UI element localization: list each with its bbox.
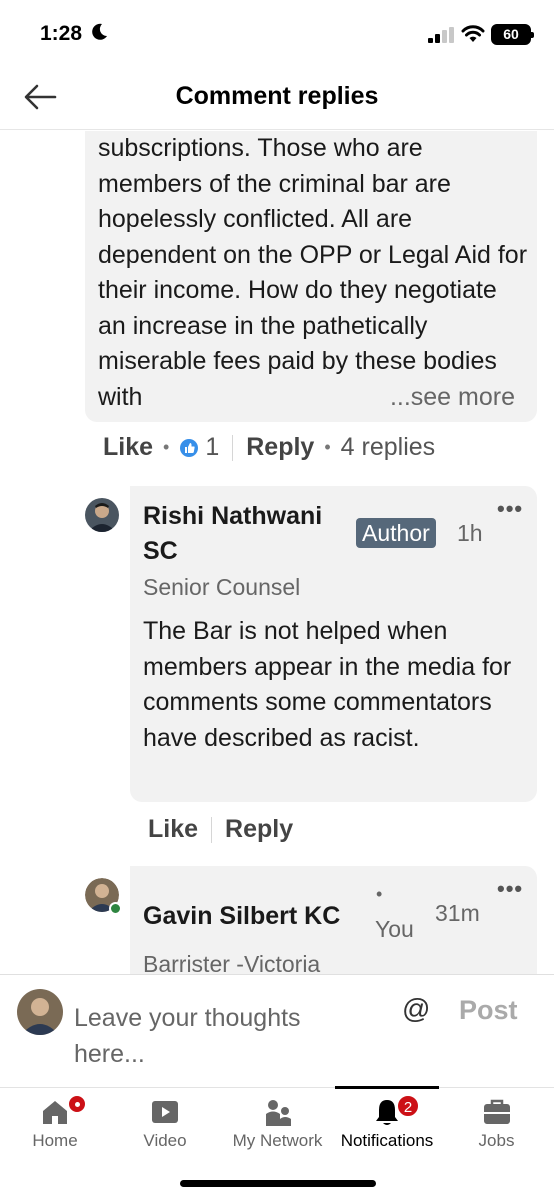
parent-comment-bubble: subscriptions. Those who are members of … — [85, 131, 537, 422]
separator-dot: • — [376, 884, 383, 904]
my-avatar — [17, 989, 63, 1035]
tab-label: Jobs — [478, 1131, 515, 1150]
online-status-dot — [109, 902, 122, 915]
home-icon — [43, 1101, 67, 1124]
comment-input[interactable]: Leave your thoughts here... — [74, 1001, 334, 1072]
parent-comment-actions: Like • 1 Reply • 4 replies — [103, 433, 435, 462]
comment-composer: Leave your thoughts here... @ Post — [0, 974, 554, 1087]
more-options-icon[interactable]: ••• — [497, 876, 523, 902]
reply-bubble-rishi: Rishi Nathwani SC Author 1h ••• Senior C… — [130, 486, 537, 802]
home-notification-dot — [67, 1094, 87, 1114]
tab-video[interactable]: Video — [110, 1088, 220, 1158]
network-icon — [265, 1100, 291, 1126]
parent-comment-text: subscriptions. Those who are members of … — [98, 134, 528, 411]
battery-indicator: 60 — [491, 24, 534, 45]
see-more-link[interactable]: ...see more — [381, 383, 515, 412]
commenter-name[interactable]: Gavin Silbert KC — [143, 899, 340, 933]
tab-label: Video — [143, 1131, 187, 1150]
replies-count[interactable]: 4 replies — [341, 433, 436, 462]
page-header: Comment replies — [0, 70, 554, 130]
reply-text: The Bar is not helped when members appea… — [143, 617, 512, 752]
status-time: 1:28 — [40, 22, 83, 45]
status-bar: 1:28 60 — [0, 0, 554, 70]
tab-my-network[interactable]: My Network — [220, 1088, 335, 1158]
comment-time: 1h — [457, 520, 483, 546]
more-options-icon[interactable]: ••• — [497, 496, 523, 522]
active-tab-indicator — [335, 1086, 439, 1089]
you-label: You — [375, 916, 414, 942]
page-title: Comment replies — [175, 82, 379, 110]
separator-dot: • — [324, 437, 331, 457]
avatar-rishi[interactable] — [85, 498, 119, 532]
commenter-name[interactable]: Rishi Nathwani — [143, 499, 322, 533]
like-button[interactable]: Like — [148, 815, 198, 844]
like-button[interactable]: Like — [103, 433, 153, 462]
notification-count-badge: 2 — [396, 1094, 420, 1118]
divider — [211, 816, 213, 843]
reaction-count[interactable]: 1 — [205, 433, 219, 462]
wifi-icon — [461, 25, 485, 42]
reply-button[interactable]: Reply — [225, 815, 293, 844]
tab-label: My Network — [232, 1131, 323, 1150]
comments-thread[interactable]: subscriptions. Those who are members of … — [0, 131, 554, 974]
post-button[interactable]: Post — [459, 995, 518, 1026]
reply-button[interactable]: Reply — [246, 433, 314, 462]
author-badge: Author — [356, 518, 436, 548]
avatar-gavin[interactable] — [85, 878, 122, 915]
briefcase-icon — [483, 1099, 510, 1124]
separator-dot: • — [163, 437, 170, 457]
comment-time: 31m — [435, 900, 480, 926]
tab-label: Notifications — [340, 1131, 434, 1150]
moon-icon — [92, 23, 107, 40]
like-reaction-icon[interactable] — [179, 438, 199, 458]
home-indicator[interactable] — [180, 1180, 376, 1187]
tab-notifications[interactable]: 2 Notifications — [335, 1086, 439, 1158]
tab-home[interactable]: Home — [0, 1088, 110, 1158]
video-icon — [152, 1101, 178, 1123]
tab-jobs[interactable]: Jobs — [439, 1088, 554, 1158]
tab-label: Home — [32, 1131, 78, 1150]
commenter-name-line2[interactable]: SC — [143, 534, 178, 568]
reply-bubble-gavin: Gavin Silbert KC • You 31m ••• Barrister… — [130, 866, 537, 974]
commenter-headline: Barrister -Victoria — [143, 951, 321, 974]
divider — [232, 434, 234, 461]
commenter-headline: Senior Counsel — [143, 574, 301, 600]
signal-icon — [428, 27, 454, 43]
mention-button[interactable]: @ — [402, 993, 430, 1025]
reply-actions-rishi: Like Reply — [148, 815, 293, 844]
